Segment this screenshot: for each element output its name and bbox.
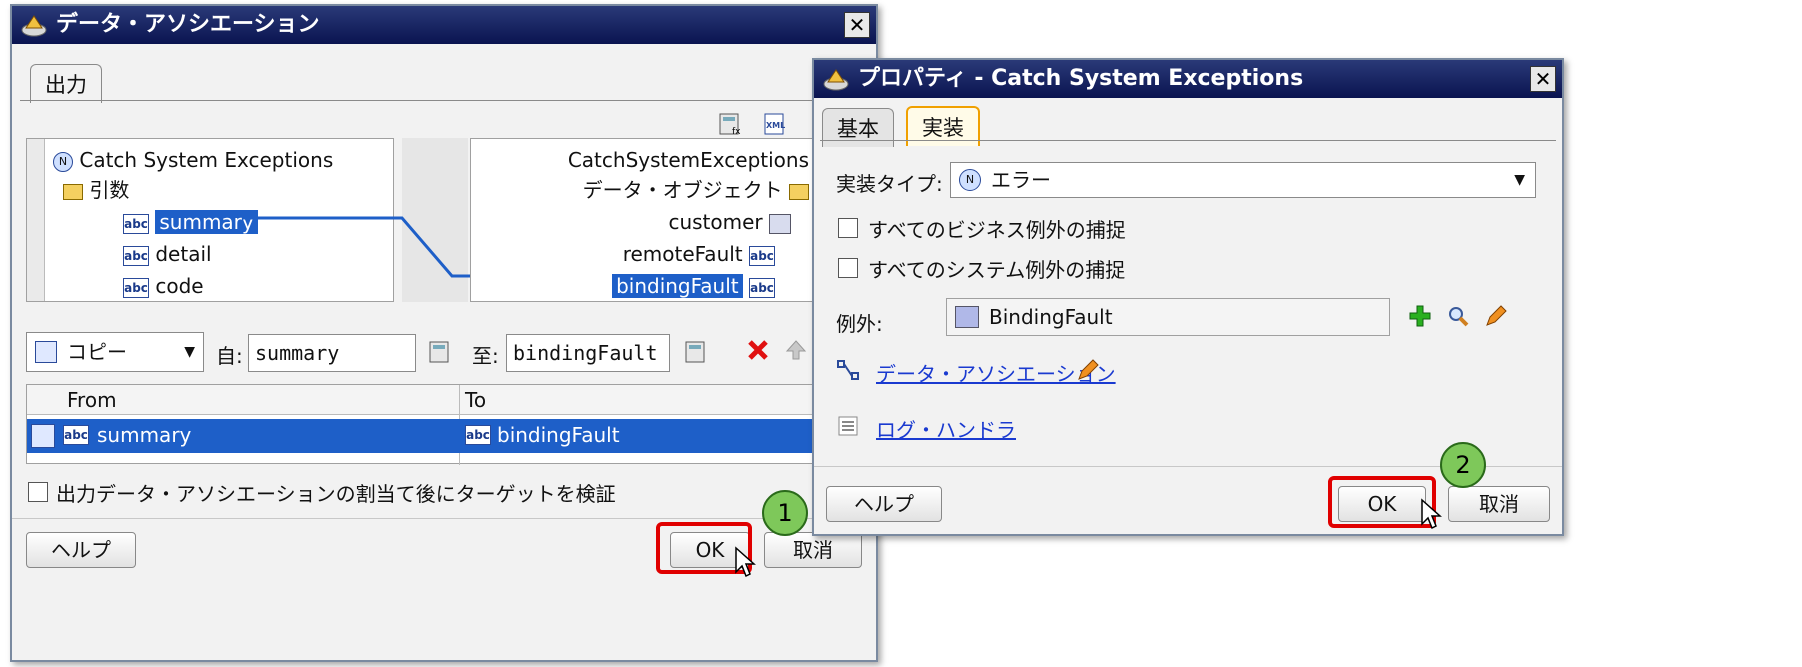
string-type-icon: abc xyxy=(123,277,149,298)
search-icon[interactable] xyxy=(1446,304,1470,328)
edit-icon[interactable] xyxy=(1076,358,1100,382)
service-icon: N xyxy=(53,151,73,172)
dialog-title: データ・アソシエーション xyxy=(56,12,320,37)
title-bar: プロパティ - Catch System Exceptions ✕ xyxy=(814,60,1562,98)
close-button[interactable]: ✕ xyxy=(844,12,870,38)
help-button[interactable]: ヘルプ xyxy=(826,486,942,522)
exception-field[interactable]: BindingFault xyxy=(946,298,1390,336)
target-tree[interactable]: CatchSystemExceptions データ・オブジェクト custome… xyxy=(470,138,820,302)
svg-text:fx: fx xyxy=(732,127,741,136)
from-field[interactable]: summary xyxy=(248,334,416,372)
exception-label: 例外: xyxy=(836,312,883,336)
string-type-icon: abc xyxy=(465,425,491,445)
tab-divider xyxy=(820,140,1556,141)
catch-system-checkbox[interactable] xyxy=(838,258,858,278)
pointer-cursor-icon xyxy=(735,546,756,578)
callout-2: 2 xyxy=(1440,442,1486,488)
footer-divider xyxy=(12,518,876,519)
log-handler-link[interactable]: ログ・ハンドラ xyxy=(876,414,1016,443)
help-button[interactable]: ヘルプ xyxy=(26,532,136,568)
from-label: 自: xyxy=(216,344,243,368)
chevron-down-icon: ▼ xyxy=(1514,172,1525,188)
svg-text:XML: XML xyxy=(766,121,785,130)
tree-item-code[interactable]: abc code xyxy=(123,271,204,301)
tree-item-summary[interactable]: abc summary xyxy=(123,207,258,237)
scrollbar[interactable] xyxy=(27,139,45,301)
column-header-to: To xyxy=(465,388,487,412)
tree-folder[interactable]: 引数 xyxy=(63,175,129,205)
app-icon xyxy=(823,69,849,91)
close-button[interactable]: ✕ xyxy=(1530,66,1556,92)
xml-icon[interactable]: XML xyxy=(762,112,786,136)
string-type-icon: abc xyxy=(63,425,89,445)
tree-root[interactable]: N Catch System Exceptions xyxy=(53,145,333,175)
folder-icon xyxy=(63,183,83,200)
copy-icon xyxy=(31,424,55,448)
catch-business-label: すべてのビジネス例外の捕捉 xyxy=(868,218,1126,242)
error-type-icon: N xyxy=(959,169,981,191)
string-type-icon: abc xyxy=(123,213,149,234)
to-field[interactable]: bindingFault xyxy=(506,334,670,372)
pointer-cursor-icon xyxy=(1421,498,1442,530)
to-label: 至: xyxy=(472,344,499,368)
folder-icon xyxy=(789,183,809,200)
cancel-button[interactable]: 取消 xyxy=(1448,486,1550,522)
move-up-icon[interactable] xyxy=(784,338,808,362)
row-from: summary xyxy=(97,423,192,447)
table-row[interactable]: abc summary abc bindingFault xyxy=(27,419,819,453)
app-icon xyxy=(21,15,47,37)
verify-label: 出力データ・アソシエーションの割当て後にターゲットを検証 xyxy=(56,482,616,506)
operation-select[interactable]: コピー ▼ xyxy=(26,332,204,372)
catch-system-label: すべてのシステム例外の捕捉 xyxy=(868,258,1126,282)
mapping-table: From To abc summary abc bindingFault xyxy=(26,384,820,465)
add-icon[interactable] xyxy=(1408,304,1432,328)
chevron-down-icon: ▼ xyxy=(184,344,195,360)
fault-icon xyxy=(955,306,979,328)
target-folder[interactable]: データ・オブジェクト xyxy=(583,175,809,205)
target-item-bindingfault[interactable]: bindingFault abc xyxy=(612,271,775,301)
row-to: bindingFault xyxy=(497,423,620,447)
copy-icon xyxy=(35,341,57,363)
string-type-icon: abc xyxy=(749,245,775,266)
data-association-icon xyxy=(837,360,859,380)
target-item-customer[interactable]: customer xyxy=(668,207,791,237)
tree-item-detail[interactable]: abc detail xyxy=(123,239,212,269)
catch-business-checkbox[interactable] xyxy=(838,218,858,238)
cancel-button[interactable]: 取消 xyxy=(764,532,862,568)
string-type-icon: abc xyxy=(123,245,149,266)
object-icon xyxy=(769,213,791,234)
delete-icon[interactable] xyxy=(746,338,770,362)
impl-type-select[interactable]: N エラー ▼ xyxy=(950,162,1536,198)
expression-builder-icon[interactable]: fx xyxy=(718,112,742,136)
tab-basic[interactable]: 基本 xyxy=(822,108,894,147)
tab-divider xyxy=(20,100,870,101)
expression-builder-icon[interactable] xyxy=(428,340,452,364)
impl-type-label: 実装タイプ: xyxy=(836,172,943,196)
edit-icon[interactable] xyxy=(1484,304,1508,328)
dialog-title: プロパティ - Catch System Exceptions xyxy=(858,66,1304,91)
verify-checkbox[interactable] xyxy=(28,482,48,502)
target-item-remotefault[interactable]: remoteFault abc xyxy=(623,239,775,269)
string-type-icon: abc xyxy=(749,277,775,298)
expression-builder-icon[interactable] xyxy=(684,340,708,364)
table-header-row: From To xyxy=(27,385,819,465)
title-bar: データ・アソシエーション ✕ xyxy=(12,6,876,44)
target-root[interactable]: CatchSystemExceptions xyxy=(568,145,809,175)
column-header-from: From xyxy=(67,388,117,412)
tab-output[interactable]: 出力 xyxy=(30,64,102,103)
callout-1: 1 xyxy=(762,490,808,536)
log-handler-icon xyxy=(838,416,858,436)
